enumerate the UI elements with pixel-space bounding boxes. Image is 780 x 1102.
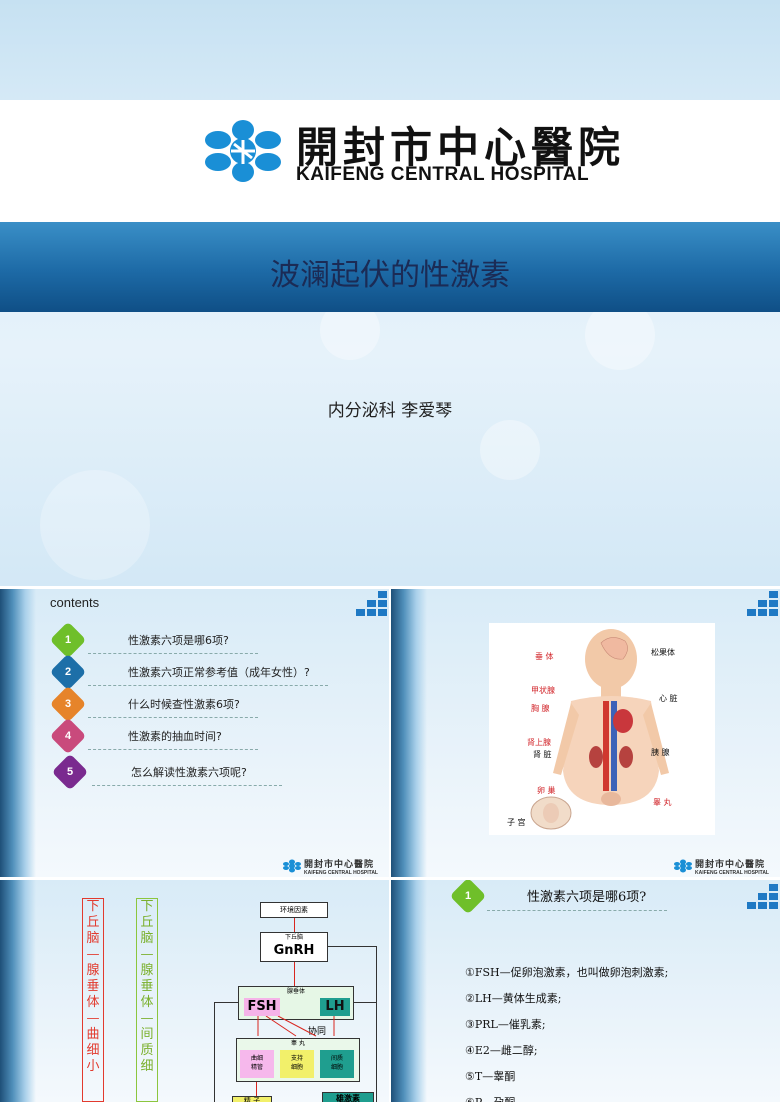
fsh-label: FSH: [244, 998, 280, 1016]
logo-english-name: KAIFENG CENTRAL HOSPITAL: [296, 164, 590, 185]
interstitial-cell: 间质 细胞: [320, 1050, 354, 1078]
androgen-box: 雄激素: [322, 1092, 374, 1102]
presentation-title: 波澜起伏的性激素: [270, 258, 510, 293]
label-pituitary: 垂 体: [535, 652, 554, 661]
toc-item-text: 性激素六项正常参考值（成年女性）?: [128, 666, 310, 679]
sperm-box: 精 子: [232, 1096, 272, 1102]
label-kidney: 肾 脏: [533, 750, 552, 759]
label-adrenal: 肾上腺: [527, 738, 551, 747]
lh-label: LH: [320, 998, 350, 1016]
label-pancreas: 胰 腺: [651, 748, 670, 757]
slide-thumbnail-hormone-axis[interactable]: 下丘脑 — 腺垂体 — 曲细小 下丘脑 — 腺垂体 — 间质细 环境因素 下丘脑 GnRH 腺垂…: [0, 880, 389, 1102]
toc-item-text: 性激素的抽血时间?: [128, 730, 222, 743]
author-line: 内分泌科 李爱琴: [327, 401, 453, 421]
sertoli-cell: 支持 细胞: [280, 1050, 314, 1078]
seminiferous-tubule-cell: 曲细 精管: [240, 1050, 274, 1078]
toc-item-text: 什么时候查性激素6项?: [128, 698, 240, 711]
slide-thumbnail-endocrine-organs[interactable]: 垂 体 松果体 甲状腺 心 脏 胸 腺 肾上腺 肾 脏 胰 腺 卵 巢 睾 丸 …: [391, 589, 780, 877]
footer-logo: 開封市中心醫院 KAIFENG CENTRAL HOSPITAL: [304, 860, 378, 876]
toc-item-text: 怎么解读性激素六项呢?: [131, 766, 247, 779]
squares-decoration: [356, 591, 389, 617]
slide-thumbnail-six-hormones[interactable]: 1 性激素六项是哪6项? ①FSH—促卵泡激素，也叫做卵泡刺激素; ②LH—黄体…: [391, 880, 780, 1102]
hypothalamus-box: 下丘脑 GnRH: [260, 932, 328, 962]
hormone-item: ②LH—黄体生成素;: [465, 992, 562, 1005]
label-thymus: 胸 腺: [531, 704, 550, 713]
hospital-logo-icon: [283, 859, 301, 873]
footer-logo: 開封市中心醫院 KAIFENG CENTRAL HOSPITAL: [695, 860, 769, 876]
hormone-item: ④E2—雌二醇;: [465, 1044, 538, 1057]
hormone-item: ③PRL—催乳素;: [465, 1018, 546, 1031]
label-heart: 心 脏: [659, 694, 678, 703]
slide-thumbnail-contents[interactable]: contents 1 性激素六项是哪6项? 2 性激素六项正常参考值（成年女性）…: [0, 589, 389, 877]
label-ovary: 卵 巢: [537, 786, 556, 795]
hormone-item: ⑤T—睾酮: [465, 1070, 516, 1083]
squares-decoration: [747, 591, 780, 617]
hospital-logo-icon: [205, 120, 281, 182]
hormone-item: ①FSH—促卵泡激素，也叫做卵泡刺激素;: [465, 966, 669, 979]
axis-column-sperm: 下丘脑 — 腺垂体 — 曲细小: [82, 898, 104, 1102]
squares-decoration: [747, 884, 780, 910]
number-badge-icon: 5: [51, 753, 89, 791]
contents-label: contents: [50, 595, 100, 610]
slide-title: 性激素六项是哪6项?: [527, 890, 647, 905]
label-testis: 睾 丸: [653, 798, 672, 807]
label-uterus: 子 宫: [507, 818, 526, 827]
number-badge-icon: 2: [49, 653, 87, 691]
toc-item-text: 性激素六项是哪6项?: [128, 634, 229, 647]
title-band: 波澜起伏的性激素: [0, 222, 780, 312]
hospital-logo-icon: [674, 859, 692, 873]
arrows-icon: [257, 1016, 335, 1037]
number-badge-icon: 3: [49, 685, 87, 723]
axis-column-interstitial: 下丘脑 — 腺垂体 — 间质细: [136, 898, 158, 1102]
number-badge-icon: 1: [449, 880, 487, 915]
page: 開封市中心醫院 KAIFENG CENTRAL HOSPITAL 波澜起伏的性激…: [0, 0, 780, 1102]
hormone-item: ⑥P—孕酮: [465, 1094, 515, 1102]
env-factor-box: 环境因素: [260, 902, 328, 918]
label-pineal: 松果体: [651, 648, 675, 657]
number-badge-icon: 4: [49, 717, 87, 755]
title-slide[interactable]: 開封市中心醫院 KAIFENG CENTRAL HOSPITAL 波澜起伏的性激…: [0, 0, 780, 586]
body-figure-icon: [530, 629, 669, 830]
number-badge-icon: 1: [49, 621, 87, 659]
endocrine-body-illustration: 垂 体 松果体 甲状腺 心 脏 胸 腺 肾上腺 肾 脏 胰 腺 卵 巢 睾 丸 …: [489, 623, 715, 835]
label-thyroid: 甲状腺: [531, 686, 555, 695]
